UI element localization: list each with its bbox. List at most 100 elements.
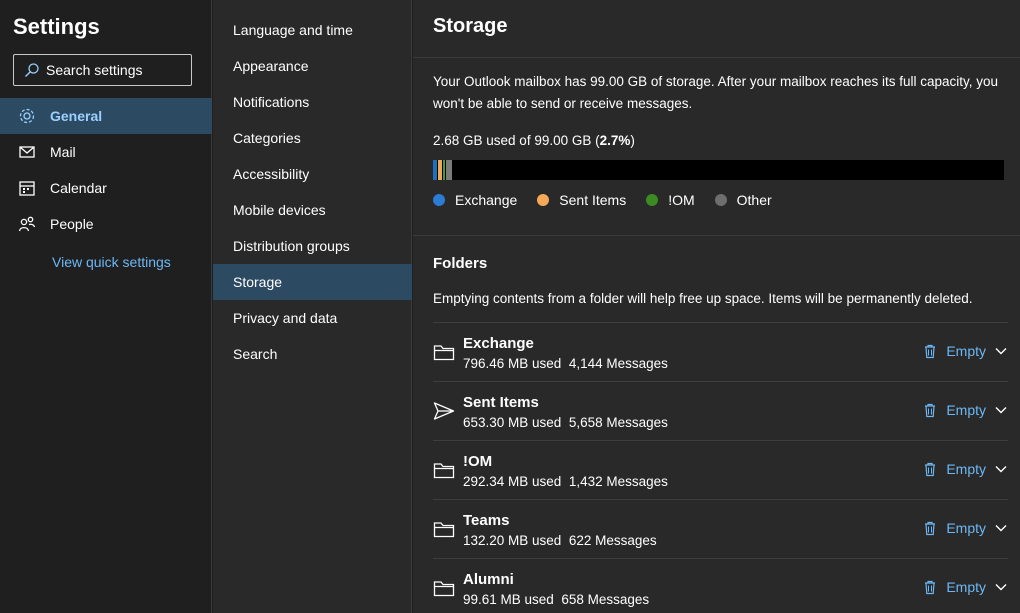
send-icon <box>433 402 455 420</box>
folder-size: 796.46 MB used <box>463 356 562 371</box>
mail-icon <box>18 143 36 161</box>
legend-label: !OM <box>668 192 695 208</box>
legend-label: Exchange <box>455 192 518 208</box>
folder-row-teams: Teams 132.20 MB used 622 Messages Empty <box>433 500 1008 558</box>
folder-meta: 99.61 MB used 658 Messages <box>463 592 649 607</box>
folder-row-sent-items: Sent Items 653.30 MB used 5,658 Messages… <box>433 382 1008 440</box>
folder-name: Exchange <box>463 335 534 352</box>
empty-label: Empty <box>946 579 986 595</box>
nav-item-calendar[interactable]: Calendar <box>0 170 212 206</box>
folder-name: Sent Items <box>463 394 539 411</box>
divider <box>413 235 1020 236</box>
folder-size: 292.34 MB used <box>463 474 562 489</box>
folders-description: Emptying contents from a folder will hel… <box>433 291 973 306</box>
search-icon <box>25 63 39 77</box>
gear-icon <box>18 107 36 125</box>
folder-icon <box>433 522 455 538</box>
used-suffix: ) <box>630 133 635 148</box>
legend-item-other: Other <box>714 192 772 208</box>
folder-icon <box>433 345 455 361</box>
settings-nav: Settings Search settings General Mail Ca… <box>0 0 212 613</box>
people-icon <box>18 215 36 233</box>
subnav-item-categories[interactable]: Categories <box>213 120 412 156</box>
folder-messages: 622 Messages <box>568 533 657 548</box>
nav-item-mail[interactable]: Mail <box>0 134 212 170</box>
legend-dot <box>537 194 550 206</box>
trash-icon <box>925 521 936 536</box>
folder-size: 653.30 MB used <box>463 415 562 430</box>
usage-segment-exchange <box>433 160 437 180</box>
empty-button[interactable]: Empty <box>922 520 1008 536</box>
subnav-item-storage[interactable]: Storage <box>213 264 412 300</box>
subnav-item-appearance[interactable]: Appearance <box>213 48 412 84</box>
empty-button[interactable]: Empty <box>922 402 1008 418</box>
subnav-item-search[interactable]: Search <box>213 336 412 372</box>
subnav-item-privacy[interactable]: Privacy and data <box>213 300 412 336</box>
usage-segment-om <box>443 160 445 180</box>
folder-size: 99.61 MB used <box>463 592 554 607</box>
pane-header: Storage <box>413 0 1020 58</box>
nav-item-general[interactable]: General <box>0 98 212 134</box>
nav-item-people[interactable]: People <box>0 206 212 242</box>
nav-item-label: Mail <box>50 144 76 160</box>
folder-messages: 1,432 Messages <box>568 474 668 489</box>
folder-meta: 653.30 MB used 5,658 Messages <box>463 415 668 430</box>
legend-dot <box>433 194 445 206</box>
settings-title: Settings <box>13 14 100 39</box>
legend-label: Sent Items <box>559 192 627 208</box>
legend-dot <box>646 194 659 206</box>
folder-size: 132.20 MB used <box>463 533 562 548</box>
storage-legend: Exchange Sent Items !OM Other <box>433 192 792 208</box>
used-percent: 2.7% <box>599 133 631 148</box>
nav-item-label: General <box>50 108 103 124</box>
empty-button[interactable]: Empty <box>922 343 1008 359</box>
storage-usage-bar <box>433 160 1004 180</box>
legend-item-sent-items: Sent Items <box>537 192 626 208</box>
subnav-item-mobile-devices[interactable]: Mobile devices <box>213 192 412 228</box>
usage-segment-other <box>446 160 452 180</box>
trash-icon <box>925 403 936 418</box>
used-prefix: 2.68 GB used of 99.00 GB ( <box>433 133 600 148</box>
folder-name: !OM <box>463 453 493 470</box>
search-placeholder: Search settings <box>46 62 143 78</box>
nav-item-label: People <box>50 216 94 232</box>
subnav-item-distribution-groups[interactable]: Distribution groups <box>213 228 412 264</box>
folder-icon <box>433 581 455 597</box>
subnav-item-notifications[interactable]: Notifications <box>213 84 412 120</box>
folder-messages: 4,144 Messages <box>568 356 668 371</box>
chevron-down-icon[interactable] <box>994 521 1008 535</box>
legend-label: Other <box>736 192 772 208</box>
folder-name: Teams <box>463 512 510 529</box>
search-input[interactable]: Search settings <box>13 54 192 86</box>
folder-messages: 5,658 Messages <box>568 415 668 430</box>
subnav-item-accessibility[interactable]: Accessibility <box>213 156 412 192</box>
folder-name: Alumni <box>463 571 514 588</box>
folder-meta: 132.20 MB used 622 Messages <box>463 533 657 548</box>
storage-description: Your Outlook mailbox has 99.00 GB of sto… <box>433 74 999 111</box>
legend-dot <box>714 194 727 206</box>
chevron-down-icon[interactable] <box>994 344 1008 358</box>
folder-row-om: !OM 292.34 MB used 1,432 Messages Empty <box>433 441 1008 499</box>
folder-meta: 796.46 MB used 4,144 Messages <box>463 356 668 371</box>
empty-button[interactable]: Empty <box>922 461 1008 477</box>
chevron-down-icon[interactable] <box>994 403 1008 417</box>
folder-row-alumni: Alumni 99.61 MB used 658 Messages Empty <box>433 559 1008 613</box>
trash-icon <box>925 344 936 359</box>
empty-label: Empty <box>946 461 986 477</box>
trash-icon <box>925 580 936 595</box>
chevron-down-icon[interactable] <box>994 462 1008 476</box>
page-title: Storage <box>433 15 508 37</box>
chevron-down-icon[interactable] <box>994 580 1008 594</box>
general-subnav: Language and time Appearance Notificatio… <box>213 0 412 613</box>
empty-label: Empty <box>946 343 986 359</box>
nav-item-label: Calendar <box>50 180 107 196</box>
calendar-icon <box>18 179 36 197</box>
storage-pane: Storage Your Outlook mailbox has 99.00 G… <box>413 0 1020 613</box>
trash-icon <box>925 462 936 477</box>
legend-item-om: !OM <box>646 192 695 208</box>
empty-label: Empty <box>946 520 986 536</box>
view-quick-settings-link[interactable]: View quick settings <box>52 254 171 270</box>
folder-icon <box>433 463 455 479</box>
subnav-item-language[interactable]: Language and time <box>213 12 412 48</box>
empty-button[interactable]: Empty <box>922 579 1008 595</box>
